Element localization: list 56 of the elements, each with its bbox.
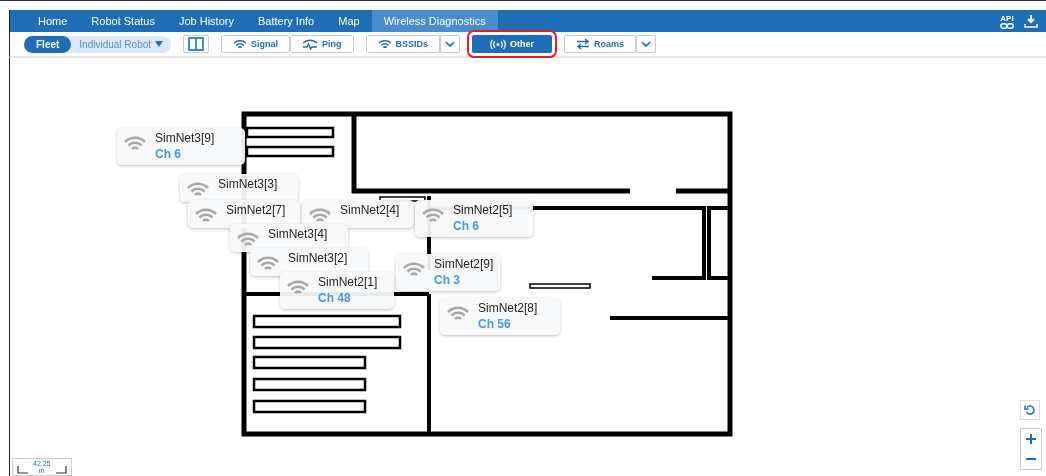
plus-icon bbox=[1025, 433, 1037, 445]
split-panel-icon bbox=[188, 37, 205, 51]
access-point-card[interactable]: SimNet2[7] bbox=[188, 200, 300, 228]
filter-button[interactable]: Signal bbox=[221, 35, 291, 53]
access-point-card[interactable]: SimNet2[9] Ch 3 bbox=[396, 254, 500, 291]
reset-view-button[interactable] bbox=[1020, 400, 1040, 420]
access-point-card[interactable]: SimNet3[3] bbox=[180, 174, 298, 202]
filter-button[interactable]: BSSIDs bbox=[365, 35, 441, 53]
access-point-name: SimNet2[7] bbox=[226, 203, 286, 218]
access-point-name: SimNet3[4] bbox=[268, 227, 328, 242]
channel-label: Ch 6 bbox=[155, 146, 182, 162]
dropdown-button[interactable] bbox=[636, 35, 657, 53]
nav-tab[interactable]: Map bbox=[326, 10, 372, 32]
channel-label: Ch 6 bbox=[453, 218, 480, 234]
filter-button[interactable]: Roams bbox=[564, 35, 637, 53]
caret-icon bbox=[155, 41, 164, 47]
channel-label: Ch 56 bbox=[478, 316, 512, 332]
chevron-down-icon bbox=[445, 40, 456, 48]
scope-option[interactable]: Individual Robot bbox=[71, 35, 172, 53]
nav-tab[interactable]: Job History bbox=[166, 10, 246, 32]
wifi-icon bbox=[233, 38, 248, 50]
access-point-card[interactable]: SimNet3[2] bbox=[250, 248, 368, 276]
access-point-name: SimNet3[3] bbox=[218, 177, 278, 192]
dropdown-button[interactable] bbox=[440, 35, 461, 53]
access-point-name: SimNet2[9] bbox=[434, 257, 494, 272]
access-point-card[interactable]: SimNet2[8] Ch 56 bbox=[440, 298, 560, 335]
split-view-button[interactable] bbox=[183, 35, 210, 53]
access-point-name: SimNet2[4] bbox=[340, 203, 400, 218]
access-point-card[interactable]: SimNet2[1] Ch 48 bbox=[280, 272, 394, 309]
access-point-card[interactable]: SimNet2[5] Ch 6 bbox=[415, 200, 533, 237]
wifi-icon bbox=[377, 38, 392, 50]
nav-tab[interactable]: Home bbox=[26, 10, 80, 32]
filter-button[interactable]: Ping bbox=[290, 35, 354, 53]
access-point-name: SimNet2[5] bbox=[453, 203, 513, 218]
broadcast-icon bbox=[490, 38, 507, 50]
scope-option[interactable]: Fleet bbox=[24, 35, 72, 53]
nav-tab[interactable]: Wireless Diagnostics bbox=[371, 10, 498, 32]
access-point-name: SimNet2[1] bbox=[318, 275, 378, 290]
pulse-icon bbox=[302, 38, 319, 50]
nav-tab[interactable]: Battery Info bbox=[245, 10, 327, 32]
scale-bracket-icon bbox=[17, 466, 29, 474]
access-point-name: SimNet3[2] bbox=[288, 251, 348, 266]
access-point-name: SimNet2[8] bbox=[478, 301, 538, 316]
chevron-down-icon bbox=[641, 40, 652, 48]
channel-label: Ch 48 bbox=[318, 290, 352, 306]
channel-label: Ch 3 bbox=[434, 272, 461, 288]
nav-tab[interactable]: Robot Status bbox=[79, 10, 167, 32]
reset-icon bbox=[1024, 404, 1036, 416]
scale-bracket-icon bbox=[54, 466, 67, 474]
download-icon[interactable] bbox=[1024, 13, 1038, 29]
access-point-name: SimNet3[9] bbox=[155, 131, 215, 146]
api-link-button[interactable]: API bbox=[1000, 13, 1014, 29]
access-point-card[interactable]: SimNet2[4] bbox=[302, 200, 414, 228]
link-icon bbox=[1000, 22, 1014, 29]
swap-arrows-icon bbox=[576, 38, 591, 50]
access-point-card[interactable]: SimNet3[9] Ch 6 bbox=[117, 128, 245, 165]
